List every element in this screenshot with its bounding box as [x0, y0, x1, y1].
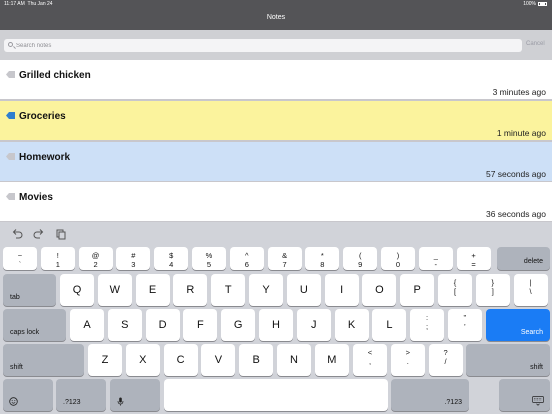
note-title: Movies	[19, 192, 53, 203]
key-num-8[interactable]: * 8	[305, 247, 340, 270]
key-f[interactable]: F	[183, 309, 218, 341]
key-qsym-2[interactable]: | \	[513, 274, 548, 306]
battery-icon	[538, 1, 547, 6]
note-timestamp: 36 seconds ago	[485, 209, 546, 219]
key-p[interactable]: P	[400, 274, 435, 306]
key-x[interactable]: X	[125, 344, 160, 376]
key-j[interactable]: J	[296, 309, 331, 341]
tab-key[interactable]: tab	[3, 274, 56, 306]
note-row[interactable]: Groceries 1 minute ago	[0, 101, 552, 140]
status-bar: 11:17 AM Thu Jan 24 100%	[0, 0, 552, 8]
note-title: Groceries	[19, 111, 66, 122]
key-num-2[interactable]: @2	[78, 247, 113, 270]
key-num-4[interactable]: $4	[154, 247, 189, 270]
note-timestamp: 57 seconds ago	[485, 169, 546, 179]
note-row[interactable]: Homework 57 seconds ago	[0, 142, 552, 181]
nav-bar: Notes	[0, 8, 552, 30]
tag-icon	[6, 71, 15, 78]
microphone-icon	[117, 397, 124, 406]
search-icon	[8, 42, 13, 47]
key-b[interactable]: B	[239, 344, 274, 376]
cancel-button[interactable]: Cancel	[526, 41, 545, 47]
emoji-key[interactable]	[3, 379, 53, 411]
keyboard-toolbar	[0, 222, 552, 245]
key-num-12[interactable]: + =	[456, 247, 491, 270]
keyboard-dismiss-icon	[532, 396, 544, 406]
space-key[interactable]	[164, 379, 388, 411]
key-t[interactable]: T	[211, 274, 246, 306]
key-u[interactable]: U	[286, 274, 321, 306]
note-timestamp: 3 minutes ago	[492, 87, 546, 97]
key-qsym-1[interactable]: }]	[475, 274, 510, 306]
note-row[interactable]: Movies 36 seconds ago	[0, 182, 552, 221]
search-bar: Cancel	[0, 30, 552, 60]
key-asym-1[interactable]: ”’	[447, 309, 482, 341]
delete-key[interactable]: delete	[497, 247, 550, 270]
search-input[interactable]	[16, 40, 506, 51]
emoji-icon	[9, 397, 18, 406]
key-num-6[interactable]: ^ 6	[229, 247, 264, 270]
key-c[interactable]: C	[163, 344, 198, 376]
shift-right-key[interactable]: shift	[466, 344, 550, 376]
key-v[interactable]: V	[201, 344, 236, 376]
note-title: Homework	[19, 152, 71, 163]
key-zsym-0[interactable]: <,	[353, 344, 387, 376]
tag-icon	[6, 193, 15, 200]
key-o[interactable]: O	[362, 274, 397, 306]
key-num-0[interactable]: ~ `	[3, 247, 37, 270]
mode-key-right[interactable]: .?123	[391, 379, 469, 411]
key-m[interactable]: M	[314, 344, 349, 376]
keyboard: delete tab caps lock Search shift shift …	[0, 222, 552, 414]
dictation-key[interactable]	[110, 379, 160, 411]
undo-icon[interactable]	[11, 228, 23, 240]
search-field[interactable]	[4, 39, 522, 52]
key-num-11[interactable]: _ -	[418, 247, 453, 270]
mode-key-left[interactable]: .?123	[56, 379, 106, 411]
key-e[interactable]: E	[135, 274, 170, 306]
search-key[interactable]: Search	[486, 309, 550, 341]
page-title: Notes	[266, 14, 286, 21]
caps-lock-key[interactable]: caps lock	[3, 309, 66, 341]
battery-percent: 100%	[523, 1, 536, 7]
hide-keyboard-key[interactable]	[499, 379, 550, 411]
key-num-3[interactable]: #3	[116, 247, 151, 270]
key-l[interactable]: L	[372, 309, 407, 341]
tag-icon	[6, 112, 15, 119]
key-zsym-2[interactable]: ? /	[428, 344, 463, 376]
key-q[interactable]: Q	[60, 274, 94, 306]
tag-icon	[6, 153, 15, 160]
key-s[interactable]: S	[107, 309, 142, 341]
key-num-9[interactable]: (9	[343, 247, 378, 270]
key-h[interactable]: H	[259, 309, 293, 341]
key-num-1[interactable]: ! 1	[40, 247, 75, 270]
key-w[interactable]: W	[97, 274, 132, 306]
note-title: Grilled chicken	[19, 70, 91, 81]
key-r[interactable]: R	[173, 274, 208, 306]
key-num-10[interactable]: ) 0	[381, 247, 415, 270]
notes-list: Grilled chicken 3 minutes ago Groceries …	[0, 60, 552, 222]
key-y[interactable]: Y	[249, 274, 283, 306]
key-k[interactable]: K	[334, 309, 369, 341]
key-num-7[interactable]: & 7	[267, 247, 302, 270]
key-qsym-0[interactable]: {[	[438, 274, 472, 306]
key-asym-0[interactable]: :;	[410, 309, 444, 341]
note-timestamp: 1 minute ago	[496, 128, 546, 138]
key-num-5[interactable]: % 5	[192, 247, 226, 270]
paste-icon[interactable]	[55, 228, 67, 240]
key-n[interactable]: N	[277, 344, 311, 376]
key-z[interactable]: Z	[88, 344, 122, 376]
key-a[interactable]: A	[70, 309, 104, 341]
redo-icon[interactable]	[33, 228, 45, 240]
status-date: Thu Jan 24	[27, 1, 53, 7]
note-row[interactable]: Grilled chicken 3 minutes ago	[0, 60, 552, 99]
key-zsym-1[interactable]: >.	[390, 344, 425, 376]
key-d[interactable]: D	[145, 309, 180, 341]
shift-left-key[interactable]: shift	[3, 344, 84, 376]
key-i[interactable]: I	[324, 274, 359, 306]
status-time: 11:17 AM	[4, 1, 25, 7]
key-g[interactable]: G	[221, 309, 256, 341]
